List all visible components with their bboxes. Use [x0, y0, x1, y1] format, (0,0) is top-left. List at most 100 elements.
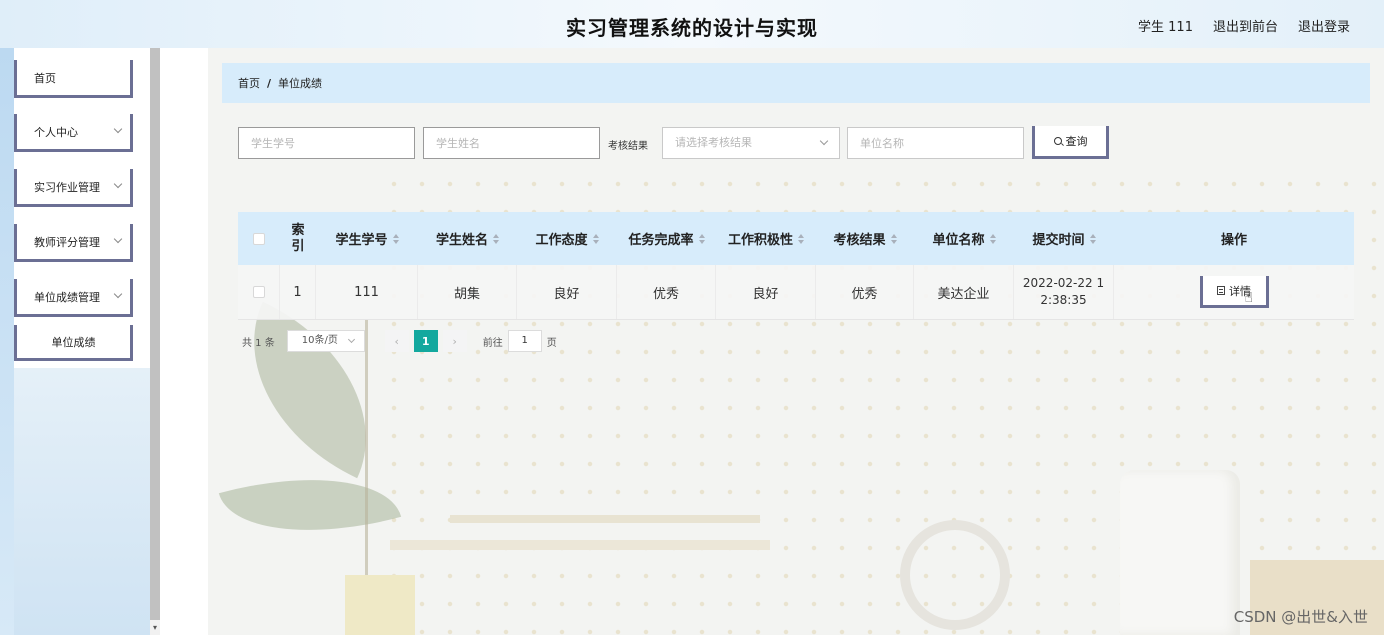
- row-checkbox[interactable]: [252, 286, 265, 298]
- select-all-checkbox[interactable]: [253, 232, 265, 245]
- column-header-completion[interactable]: 任务完成率: [617, 212, 716, 265]
- sidebar-item-internship-homework[interactable]: 实习作业管理: [14, 169, 133, 207]
- page-size-select[interactable]: 10条/页: [286, 330, 365, 352]
- background-shelf: [390, 540, 770, 550]
- background-box: [345, 575, 415, 635]
- page-size-value: 10条/页: [301, 335, 338, 346]
- sidebar-subitem-label: 单位成绩: [51, 335, 96, 349]
- header-actions: 学生 111 退出到前台 退出登录: [1138, 16, 1350, 35]
- sidebar-item-label: 个人中心: [34, 125, 78, 139]
- column-header-label: 操作: [1220, 233, 1247, 248]
- scroll-down-arrow-icon[interactable]: ▾: [150, 620, 160, 635]
- sidebar-item-personal-center[interactable]: 个人中心: [14, 114, 133, 152]
- student-id-input[interactable]: [238, 127, 415, 159]
- cell-student-id: 111: [316, 265, 418, 319]
- cell-initiative: 良好: [716, 265, 816, 319]
- chevron-down-icon: [113, 179, 123, 189]
- cell-company: 美达企业: [914, 265, 1014, 319]
- breadcrumb-current: 单位成绩: [278, 77, 323, 90]
- background-leaf: [212, 301, 408, 479]
- result-select-placeholder: 请选择考核结果: [675, 136, 752, 149]
- breadcrumb: 首页 / 单位成绩: [222, 63, 1370, 103]
- column-header-label: 学生姓名: [435, 233, 488, 248]
- column-header-label: 单位名称: [932, 233, 985, 248]
- sort-icon[interactable]: [798, 233, 804, 244]
- background-leaf: [218, 449, 402, 561]
- page-number-button[interactable]: 1: [413, 330, 438, 352]
- sidebar-item-label: 首页: [34, 71, 56, 85]
- sort-icon[interactable]: [989, 233, 996, 244]
- detail-button[interactable]: 详情 ☝: [1199, 276, 1269, 308]
- score-table: 索引 学生学号 学生姓名 工作态度 任务完成率 工作积极性 考核结果 单位名称 …: [238, 212, 1354, 320]
- top-header: 实习管理系统的设计与实现 学生 111 退出到前台 退出登录: [0, 0, 1384, 48]
- prev-page-button[interactable]: ‹: [384, 330, 409, 352]
- sort-icon[interactable]: [698, 233, 705, 244]
- column-header-company[interactable]: 单位名称: [914, 212, 1014, 265]
- cell-completion: 优秀: [617, 265, 716, 319]
- sidebar-item-home[interactable]: 首页: [14, 60, 133, 98]
- user-label: 学生 111: [1138, 20, 1193, 35]
- column-header-submit-time[interactable]: 提交时间: [1014, 212, 1114, 265]
- row-select-cell: [238, 265, 280, 319]
- background-circle: [900, 520, 1010, 630]
- cell-result: 优秀: [816, 265, 914, 319]
- column-header-label: 任务完成率: [628, 233, 694, 248]
- sidebar-subitem-company-score[interactable]: 单位成绩: [14, 325, 133, 361]
- back-to-frontend-link[interactable]: 退出到前台: [1213, 16, 1278, 35]
- hand-cursor-icon: ☝: [1244, 290, 1254, 306]
- sort-icon[interactable]: [1089, 233, 1096, 244]
- column-header-label: 考核结果: [833, 233, 886, 248]
- column-header-label: 索引: [291, 222, 305, 254]
- sidebar-item-label: 单位成绩管理: [34, 290, 100, 304]
- next-page-button[interactable]: ›: [442, 330, 467, 352]
- breadcrumb-home[interactable]: 首页: [238, 75, 260, 91]
- cell-student-name: 胡集: [418, 265, 517, 319]
- sort-icon[interactable]: [890, 233, 897, 244]
- sort-icon[interactable]: [392, 233, 399, 244]
- left-strip: [0, 48, 14, 635]
- column-header-label: 工作态度: [535, 233, 588, 248]
- total-count: 共 1 条: [242, 337, 275, 349]
- chevron-down-icon: [347, 335, 355, 344]
- sidebar-scrollbar[interactable]: [150, 48, 160, 635]
- column-header-label: 工作积极性: [727, 233, 793, 248]
- chevron-down-icon: [113, 124, 123, 134]
- watermark: CSDN @出世&入世: [1233, 608, 1368, 626]
- table-header: 索引 学生学号 学生姓名 工作态度 任务完成率 工作积极性 考核结果 单位名称 …: [238, 212, 1354, 265]
- column-header-label: 提交时间: [1032, 233, 1085, 248]
- search-icon: [1053, 137, 1062, 145]
- document-icon: [1217, 286, 1225, 295]
- breadcrumb-separator: /: [267, 76, 272, 90]
- logout-link[interactable]: 退出登录: [1298, 16, 1350, 35]
- cell-index: 1: [280, 265, 316, 319]
- sidebar-item-company-score[interactable]: 单位成绩管理: [14, 279, 133, 317]
- table-row: 1 111 胡集 良好 优秀 良好 优秀 美达企业 2022-02-22 12:…: [238, 265, 1354, 320]
- column-header-label: 学生学号: [335, 233, 388, 248]
- column-header-result[interactable]: 考核结果: [816, 212, 914, 265]
- goto-label: 前往: [482, 337, 503, 349]
- column-header-initiative[interactable]: 工作积极性: [716, 212, 816, 265]
- sidebar-item-teacher-score[interactable]: 教师评分管理: [14, 224, 133, 262]
- company-name-input[interactable]: [847, 127, 1024, 159]
- chevron-down-icon: [113, 289, 123, 299]
- chevron-down-icon: [113, 234, 123, 244]
- query-button[interactable]: 查询: [1032, 126, 1109, 159]
- goto-page-input[interactable]: 1: [507, 330, 542, 352]
- sort-icon[interactable]: [493, 233, 499, 244]
- background-cylinder: [1120, 470, 1240, 635]
- select-all-cell: [238, 212, 280, 265]
- result-label: 考核结果: [608, 141, 648, 152]
- student-name-input[interactable]: [423, 127, 600, 159]
- pagination: 共 1 条 10条/页 ‹ 1 › 前往 1 页: [242, 330, 557, 352]
- result-select[interactable]: 请选择考核结果: [662, 127, 840, 159]
- column-header-student-name[interactable]: 学生姓名: [418, 212, 517, 265]
- column-header-student-id[interactable]: 学生学号: [316, 212, 418, 265]
- sort-icon[interactable]: [592, 233, 599, 244]
- column-header-action: 操作: [1114, 212, 1354, 265]
- column-header-index: 索引: [280, 212, 316, 265]
- cell-attitude: 良好: [517, 265, 617, 319]
- column-header-attitude[interactable]: 工作态度: [517, 212, 617, 265]
- cell-action: 详情 ☝: [1114, 265, 1354, 319]
- sidebar-gap: [160, 48, 208, 635]
- cell-submit-time: 2022-02-22 12:38:35: [1014, 265, 1114, 319]
